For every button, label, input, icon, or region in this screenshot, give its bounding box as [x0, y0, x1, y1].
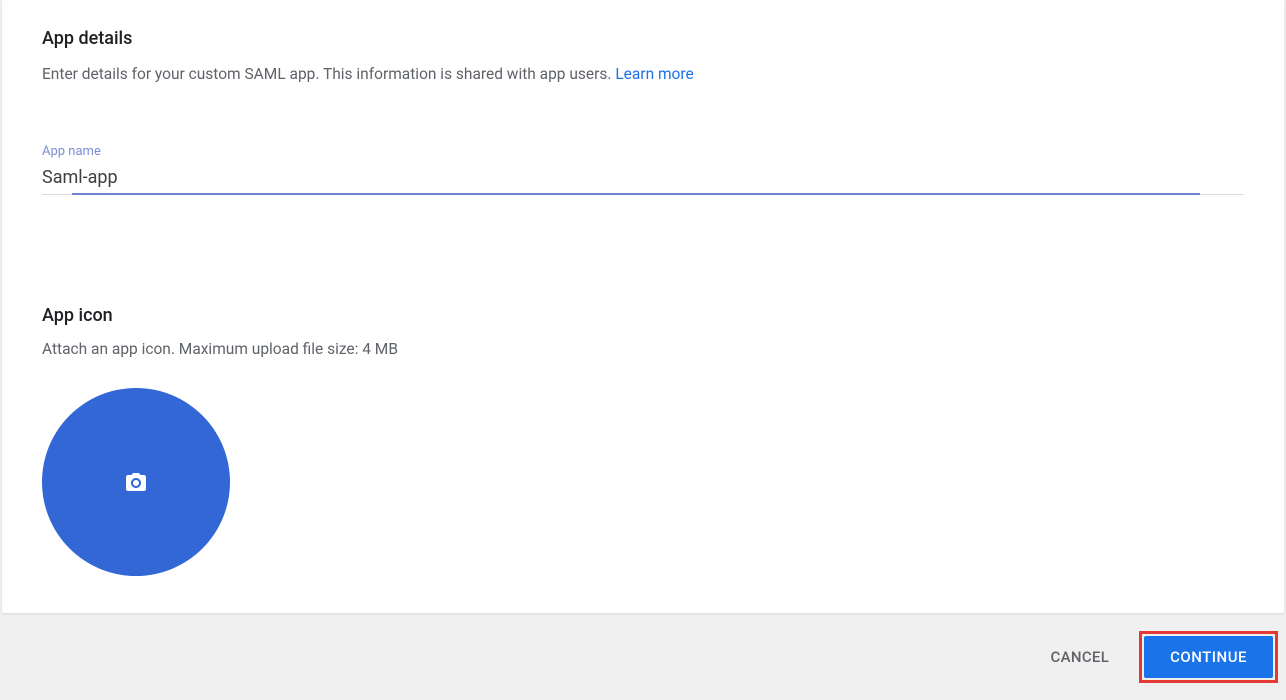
section-title-app-details: App details — [42, 28, 1244, 49]
app-name-input[interactable] — [42, 165, 1244, 195]
desc-text: Enter details for your custom SAML app. … — [42, 65, 615, 83]
upload-icon-button[interactable] — [42, 388, 230, 576]
learn-more-link[interactable]: Learn more — [615, 65, 693, 83]
camera-icon — [123, 470, 149, 494]
app-details-card: App details Enter details for your custo… — [2, 0, 1284, 613]
section-desc-app-details: Enter details for your custom SAML app. … — [42, 63, 1244, 86]
footer-actions: CANCEL CONTINUE — [0, 613, 1286, 700]
cancel-button[interactable]: CANCEL — [1043, 640, 1118, 674]
section-title-app-icon: App icon — [42, 305, 1244, 326]
app-name-label: App name — [42, 144, 1244, 159]
app-name-input-wrap — [42, 165, 1244, 195]
input-focus-underline — [72, 193, 1200, 195]
continue-button[interactable]: CONTINUE — [1144, 636, 1273, 678]
continue-highlight: CONTINUE — [1139, 631, 1278, 683]
section-desc-app-icon: Attach an app icon. Maximum upload file … — [42, 340, 1244, 358]
